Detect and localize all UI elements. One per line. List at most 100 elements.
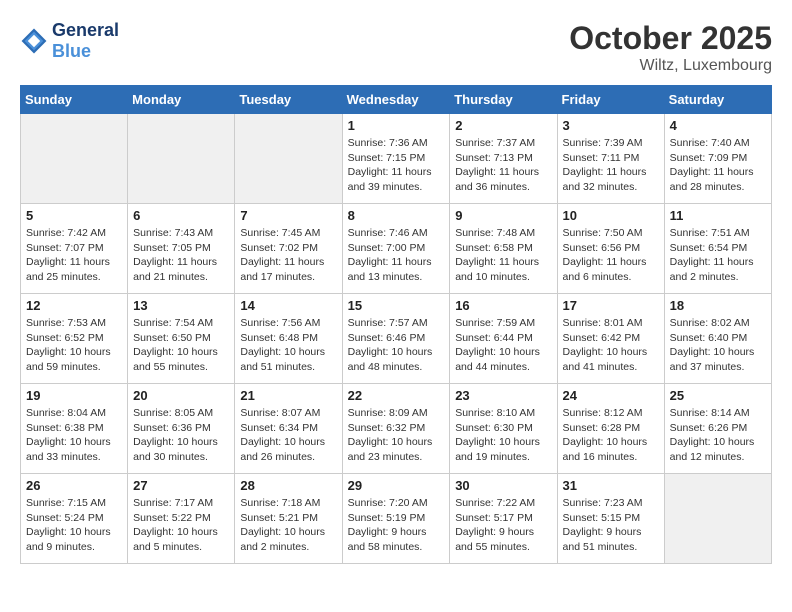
calendar-cell: 17 Sunrise: 8:01 AM Sunset: 6:42 PM Dayli… — [557, 294, 664, 384]
calendar-cell: 21 Sunrise: 8:07 AM Sunset: 6:34 PM Dayli… — [235, 384, 342, 474]
day-info: Sunrise: 7:15 AM Sunset: 5:24 PM Dayligh… — [26, 496, 122, 555]
day-info: Sunrise: 7:59 AM Sunset: 6:44 PM Dayligh… — [455, 316, 551, 375]
calendar-cell: 4 Sunrise: 7:40 AM Sunset: 7:09 PM Daylig… — [664, 114, 771, 204]
day-number: 3 — [563, 118, 659, 133]
day-info: Sunrise: 7:54 AM Sunset: 6:50 PM Dayligh… — [133, 316, 229, 375]
day-number: 29 — [348, 478, 445, 493]
calendar-cell: 16 Sunrise: 7:59 AM Sunset: 6:44 PM Dayli… — [450, 294, 557, 384]
calendar-cell: 18Sunrise: 8:02 AM Sunset: 6:40 PM Dayli… — [664, 294, 771, 384]
calendar-cell: 12 Sunrise: 7:53 AM Sunset: 6:52 PM Dayli… — [21, 294, 128, 384]
day-info: Sunrise: 7:18 AM Sunset: 5:21 PM Dayligh… — [240, 496, 336, 555]
day-number: 1 — [348, 118, 445, 133]
day-number: 12 — [26, 298, 122, 313]
calendar-cell — [664, 474, 771, 564]
calendar-cell: 8 Sunrise: 7:46 AM Sunset: 7:00 PM Daylig… — [342, 204, 450, 294]
day-number: 20 — [133, 388, 229, 403]
weekday-saturday: Saturday — [664, 86, 771, 114]
calendar-cell: 25 Sunrise: 8:14 AM Sunset: 6:26 PM Dayli… — [664, 384, 771, 474]
day-number: 25 — [670, 388, 766, 403]
day-number: 13 — [133, 298, 229, 313]
day-info: Sunrise: 7:40 AM Sunset: 7:09 PM Dayligh… — [670, 136, 766, 195]
calendar-cell: 24Sunrise: 8:12 AM Sunset: 6:28 PM Dayli… — [557, 384, 664, 474]
week-row-3: 12 Sunrise: 7:53 AM Sunset: 6:52 PM Dayli… — [21, 294, 772, 384]
calendar-cell: 2 Sunrise: 7:37 AM Sunset: 7:13 PM Daylig… — [450, 114, 557, 204]
logo-icon — [20, 27, 48, 55]
day-number: 30 — [455, 478, 551, 493]
calendar-cell: 15Sunrise: 7:57 AM Sunset: 6:46 PM Dayli… — [342, 294, 450, 384]
day-info: Sunrise: 7:56 AM Sunset: 6:48 PM Dayligh… — [240, 316, 336, 375]
calendar-cell: 31Sunrise: 7:23 AM Sunset: 5:15 PM Dayli… — [557, 474, 664, 564]
day-number: 24 — [563, 388, 659, 403]
day-info: Sunrise: 7:39 AM Sunset: 7:11 PM Dayligh… — [563, 136, 659, 195]
month-title: October 2025 — [569, 20, 772, 57]
calendar-cell: 30Sunrise: 7:22 AM Sunset: 5:17 PM Dayli… — [450, 474, 557, 564]
logo-line2: Blue — [52, 41, 119, 62]
calendar-cell: 26 Sunrise: 7:15 AM Sunset: 5:24 PM Dayli… — [21, 474, 128, 564]
day-number: 8 — [348, 208, 445, 223]
day-info: Sunrise: 8:05 AM Sunset: 6:36 PM Dayligh… — [133, 406, 229, 465]
logo: General Blue — [20, 20, 119, 62]
calendar-cell: 22Sunrise: 8:09 AM Sunset: 6:32 PM Dayli… — [342, 384, 450, 474]
calendar-cell: 19Sunrise: 8:04 AM Sunset: 6:38 PM Dayli… — [21, 384, 128, 474]
day-number: 16 — [455, 298, 551, 313]
day-number: 17 — [563, 298, 659, 313]
day-number: 4 — [670, 118, 766, 133]
day-info: Sunrise: 7:45 AM Sunset: 7:02 PM Dayligh… — [240, 226, 336, 285]
day-info: Sunrise: 7:17 AM Sunset: 5:22 PM Dayligh… — [133, 496, 229, 555]
calendar-cell: 7Sunrise: 7:45 AM Sunset: 7:02 PM Daylig… — [235, 204, 342, 294]
calendar-cell: 29Sunrise: 7:20 AM Sunset: 5:19 PM Dayli… — [342, 474, 450, 564]
day-number: 31 — [563, 478, 659, 493]
day-info: Sunrise: 7:46 AM Sunset: 7:00 PM Dayligh… — [348, 226, 445, 285]
day-number: 11 — [670, 208, 766, 223]
calendar-cell: 28 Sunrise: 7:18 AM Sunset: 5:21 PM Dayli… — [235, 474, 342, 564]
week-row-2: 5Sunrise: 7:42 AM Sunset: 7:07 PM Daylig… — [21, 204, 772, 294]
calendar-cell: 23 Sunrise: 8:10 AM Sunset: 6:30 PM Dayli… — [450, 384, 557, 474]
week-row-4: 19Sunrise: 8:04 AM Sunset: 6:38 PM Dayli… — [21, 384, 772, 474]
day-info: Sunrise: 7:48 AM Sunset: 6:58 PM Dayligh… — [455, 226, 551, 285]
calendar-cell: 6Sunrise: 7:43 AM Sunset: 7:05 PM Daylig… — [128, 204, 235, 294]
day-number: 14 — [240, 298, 336, 313]
weekday-friday: Friday — [557, 86, 664, 114]
calendar-table: SundayMondayTuesdayWednesdayThursdayFrid… — [20, 85, 772, 564]
page-header: General Blue October 2025 Wiltz, Luxembo… — [20, 20, 772, 75]
weekday-thursday: Thursday — [450, 86, 557, 114]
day-number: 9 — [455, 208, 551, 223]
calendar-cell: 20 Sunrise: 8:05 AM Sunset: 6:36 PM Dayli… — [128, 384, 235, 474]
calendar-cell — [21, 114, 128, 204]
calendar-cell: 10Sunrise: 7:50 AM Sunset: 6:56 PM Dayli… — [557, 204, 664, 294]
day-number: 21 — [240, 388, 336, 403]
weekday-sunday: Sunday — [21, 86, 128, 114]
calendar-cell: 9 Sunrise: 7:48 AM Sunset: 6:58 PM Daylig… — [450, 204, 557, 294]
week-row-5: 26 Sunrise: 7:15 AM Sunset: 5:24 PM Dayli… — [21, 474, 772, 564]
day-info: Sunrise: 7:57 AM Sunset: 6:46 PM Dayligh… — [348, 316, 445, 375]
calendar-cell: 11 Sunrise: 7:51 AM Sunset: 6:54 PM Dayli… — [664, 204, 771, 294]
logo-line1: General — [52, 20, 119, 41]
calendar-cell — [235, 114, 342, 204]
day-number: 2 — [455, 118, 551, 133]
calendar-cell — [128, 114, 235, 204]
day-info: Sunrise: 7:53 AM Sunset: 6:52 PM Dayligh… — [26, 316, 122, 375]
calendar-cell: 14 Sunrise: 7:56 AM Sunset: 6:48 PM Dayli… — [235, 294, 342, 384]
weekday-tuesday: Tuesday — [235, 86, 342, 114]
day-number: 22 — [348, 388, 445, 403]
week-row-1: 1 Sunrise: 7:36 AM Sunset: 7:15 PM Daylig… — [21, 114, 772, 204]
calendar-cell: 3 Sunrise: 7:39 AM Sunset: 7:11 PM Daylig… — [557, 114, 664, 204]
calendar-cell: 1 Sunrise: 7:36 AM Sunset: 7:15 PM Daylig… — [342, 114, 450, 204]
day-info: Sunrise: 7:50 AM Sunset: 6:56 PM Dayligh… — [563, 226, 659, 285]
day-info: Sunrise: 7:36 AM Sunset: 7:15 PM Dayligh… — [348, 136, 445, 195]
day-number: 28 — [240, 478, 336, 493]
day-number: 26 — [26, 478, 122, 493]
day-info: Sunrise: 8:10 AM Sunset: 6:30 PM Dayligh… — [455, 406, 551, 465]
day-info: Sunrise: 8:14 AM Sunset: 6:26 PM Dayligh… — [670, 406, 766, 465]
day-info: Sunrise: 7:37 AM Sunset: 7:13 PM Dayligh… — [455, 136, 551, 195]
weekday-header-row: SundayMondayTuesdayWednesdayThursdayFrid… — [21, 86, 772, 114]
weekday-monday: Monday — [128, 86, 235, 114]
day-info: Sunrise: 7:51 AM Sunset: 6:54 PM Dayligh… — [670, 226, 766, 285]
title-block: October 2025 Wiltz, Luxembourg — [569, 20, 772, 75]
day-number: 5 — [26, 208, 122, 223]
day-info: Sunrise: 8:04 AM Sunset: 6:38 PM Dayligh… — [26, 406, 122, 465]
calendar-cell: 5Sunrise: 7:42 AM Sunset: 7:07 PM Daylig… — [21, 204, 128, 294]
day-info: Sunrise: 8:01 AM Sunset: 6:42 PM Dayligh… — [563, 316, 659, 375]
day-number: 23 — [455, 388, 551, 403]
day-info: Sunrise: 8:07 AM Sunset: 6:34 PM Dayligh… — [240, 406, 336, 465]
